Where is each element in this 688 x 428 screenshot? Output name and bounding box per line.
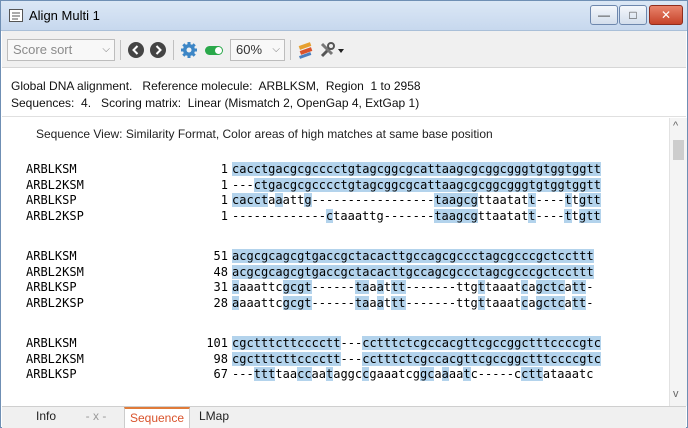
zoom-select[interactable]: 60% ⌵ [230, 39, 285, 61]
alignment-row: ARBL2KSM 1 ---ctgacgcgcccctgtagcggcgcattaa… [26, 177, 666, 194]
alignment-row: ARBLKSM 1 cacctgacgcgcccctgtagcggcgcattaag… [26, 162, 666, 178]
sequence-residues: aaaattcgcgt------taaattt-------ttgttaaat… [232, 295, 594, 310]
tools-icon[interactable] [319, 41, 345, 59]
sequence-residues: aaaattcgcgt------taaattt-------ttgttaaat… [232, 280, 594, 294]
scroll-down-icon[interactable]: v [673, 388, 679, 400]
title-bar[interactable]: Align Multi 1 — □ ✕ [1, 1, 687, 31]
maximize-button[interactable]: □ [619, 5, 647, 25]
alignment-summary: Global DNA alignment. Reference molecule… [11, 79, 421, 93]
sequence-name[interactable]: ARBLKSM [26, 336, 166, 352]
sequence-name[interactable]: ARBL2KSM [26, 265, 166, 281]
sequence-name[interactable]: ARBLKSP [26, 367, 166, 383]
toggle-icon[interactable] [204, 41, 224, 59]
chevron-down-icon: ⌵ [272, 44, 280, 55]
tab-x[interactable]: - x - [78, 407, 114, 428]
sequence-residues: -------------ctaaattg-------taagcgttaata… [232, 208, 601, 223]
minimize-button[interactable]: — [590, 5, 618, 25]
sequence-view-label: Sequence View: Similarity Format, Color … [36, 127, 493, 141]
scroll-up-icon[interactable]: ^ [673, 120, 678, 132]
sequence-view-panel[interactable]: Sequence View: Similarity Format, Color … [2, 118, 669, 406]
tab-lmap[interactable]: LMap [194, 407, 234, 428]
sequence-position: 67 [213, 367, 228, 381]
back-arrow-icon[interactable] [127, 41, 145, 59]
sequence-residues: ---ctgacgcgcccctgtagcggcgcattaagcgcggcgg… [232, 177, 601, 192]
alignment-row: ARBL2KSP 28 aaaattcgcgt------taaattt------… [26, 295, 666, 312]
alignment-row: ARBLKSM 51 acgcgcagcgtgaccgctacacttgccagcg… [26, 249, 666, 265]
document-icon [9, 9, 23, 22]
sequence-name[interactable]: ARBL2KSM [26, 178, 166, 194]
bottom-tab-bar: Info - x - Sequence LMap [2, 406, 686, 428]
toolbar: Score sort ⌵ 60% ⌵ [2, 31, 686, 68]
sequence-name[interactable]: ARBLKSP [26, 280, 166, 296]
zoom-select-value: 60% [236, 42, 263, 57]
sort-select[interactable]: Score sort ⌵ [7, 39, 115, 61]
scrollbar-thumb[interactable] [673, 140, 684, 160]
sequence-name[interactable]: ARBLKSM [26, 249, 166, 265]
alignment-row: ARBL2KSM 98 cgctttcttcccctt---cctttctcgcca… [26, 351, 666, 368]
sequence-name[interactable]: ARBL2KSM [26, 352, 166, 368]
tab-sequence[interactable]: Sequence [124, 407, 190, 428]
sequence-residues: acgcgcagcgtgaccgctacacttgccagcgccctagcgc… [232, 249, 594, 263]
sequence-residues: cgctttcttcccctt---cctttctcgccacgttcgccgg… [232, 351, 601, 366]
sequence-residues: ---ttttaaccaataggccgaaatcggcaaaatc-----c… [232, 367, 594, 381]
sequence-name[interactable]: ARBLKSP [26, 193, 166, 209]
alignment-block: ARBLKSM 101 cgctttcttcccctt---cctttctcgcca… [26, 336, 666, 383]
alignment-row: ARBL2KSP 1 -------------ctaaattg-------taa… [26, 208, 666, 225]
sequence-position: 28 [213, 295, 228, 310]
window-title: Align Multi 1 [29, 8, 100, 23]
sequence-position: 101 [206, 336, 228, 350]
alignment-block: ARBLKSM 1 cacctgacgcgcccctgtagcggcgcattaag… [26, 162, 666, 224]
toolbar-separator [120, 40, 121, 60]
sequence-residues: cacctgacgcgcccctgtagcggcgcattaagcgcggcgg… [232, 162, 601, 176]
sequence-position: 48 [213, 264, 228, 279]
sequence-residues: cgctttcttcccctt---cctttctcgccacgttcgccgg… [232, 336, 601, 350]
sequence-residues: acgcgcagcgtgaccgctacacttgccagcgccctagcgc… [232, 264, 594, 279]
sequence-position: 1 [220, 177, 228, 192]
gear-icon[interactable] [180, 41, 198, 59]
highlighter-icon[interactable] [297, 41, 315, 59]
sequence-name[interactable]: ARBLKSM [26, 162, 166, 178]
sequence-name[interactable]: ARBL2KSP [26, 209, 166, 225]
align-multi-window: Align Multi 1 — □ ✕ Score sort ⌵ 60% ⌵ G… [0, 0, 688, 428]
alignment-block: ARBLKSM 51 acgcgcagcgtgaccgctacacttgccagcg… [26, 249, 666, 311]
alignment-row: ARBLKSM 101 cgctttcttcccctt---cctttctcgcca… [26, 336, 666, 352]
close-button[interactable]: ✕ [649, 5, 683, 25]
scoring-summary: Sequences: 4. Scoring matrix: Linear (Mi… [11, 96, 420, 110]
sequence-position: 1 [220, 162, 228, 176]
sequence-position: 98 [213, 351, 228, 366]
toolbar-separator [290, 40, 291, 60]
toolbar-separator [173, 40, 174, 60]
tab-info[interactable]: Info [26, 407, 66, 428]
sort-select-value: Score sort [13, 42, 73, 57]
sequence-residues: cacctaaattg-----------------taagcgttaata… [232, 193, 601, 207]
sequence-position: 31 [213, 280, 228, 294]
alignment-row: ARBL2KSM 48 acgcgcagcgtgaccgctacacttgccagc… [26, 264, 666, 281]
chevron-down-icon: ⌵ [102, 44, 110, 55]
alignment-row: ARBLKSP 31 aaaattcgcgt------taaattt-------… [26, 280, 666, 296]
vertical-scrollbar[interactable]: ^ v [669, 118, 687, 406]
alignment-info-panel: Global DNA alignment. Reference molecule… [2, 69, 686, 117]
sequence-position: 1 [220, 208, 228, 223]
alignment-row: ARBLKSP 67 ---ttttaaccaataggccgaaatcggcaaa… [26, 367, 666, 383]
alignment-row: ARBLKSP 1 cacctaaattg-----------------taag… [26, 193, 666, 209]
sequence-position: 1 [220, 193, 228, 207]
forward-arrow-icon[interactable] [149, 41, 167, 59]
sequence-name[interactable]: ARBL2KSP [26, 296, 166, 312]
sequence-position: 51 [213, 249, 228, 263]
